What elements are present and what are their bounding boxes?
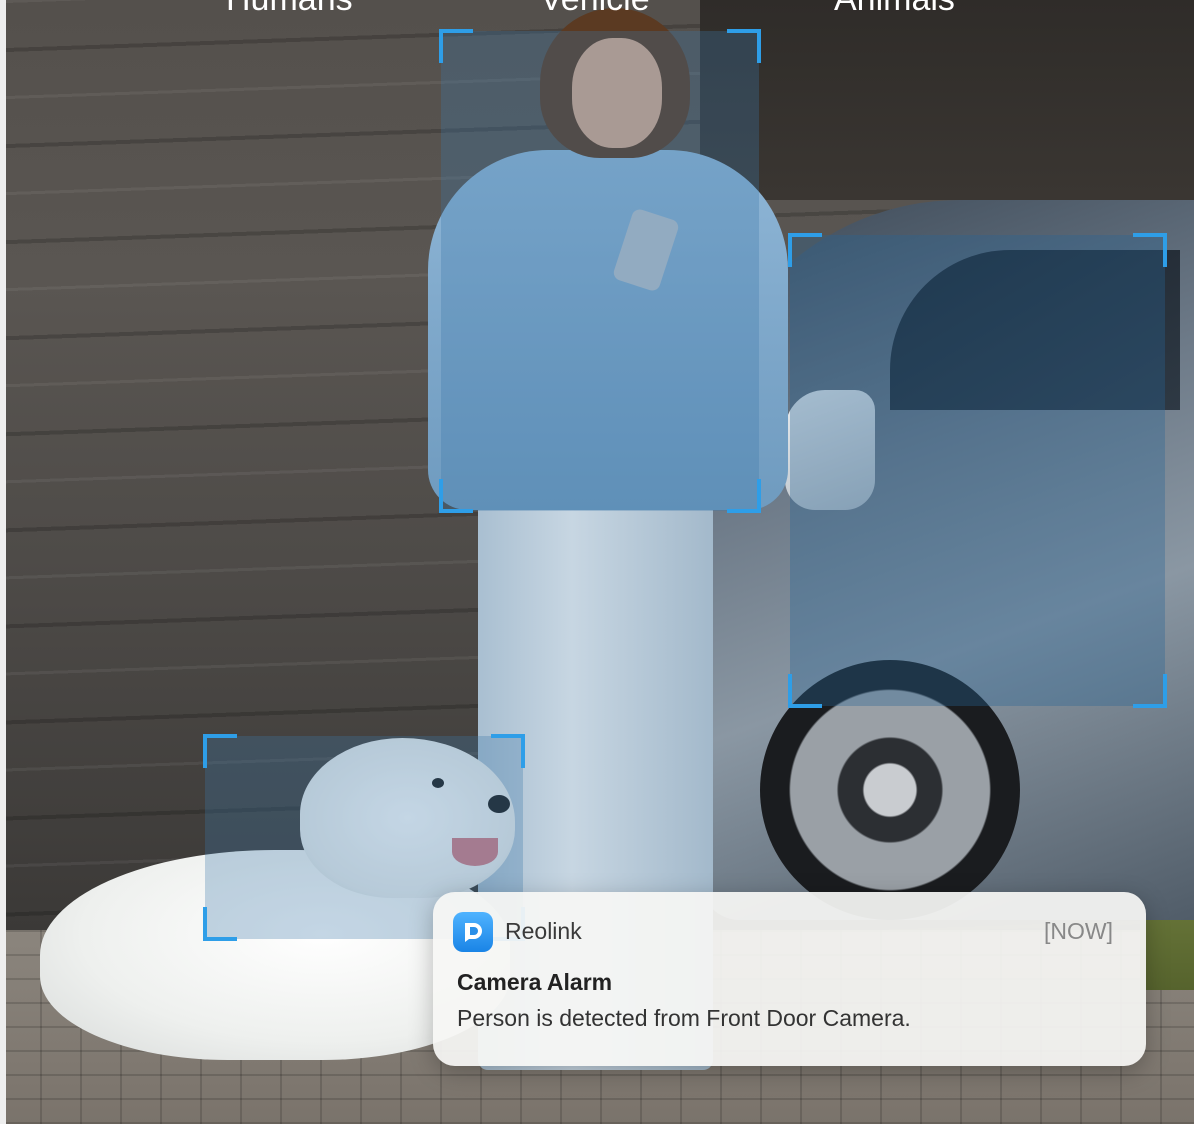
box-corner (491, 734, 525, 768)
notification-app-name: Reolink (505, 918, 582, 944)
alarm-notification[interactable]: Reolink [NOW] Camera Alarm Person is det… (433, 892, 1146, 1066)
reolink-app-icon (453, 912, 493, 952)
person-detection-box (439, 29, 761, 513)
notification-time: [NOW] (1044, 918, 1113, 944)
left-edge (0, 0, 6, 1124)
garage-roof (700, 0, 1194, 200)
header-label-vehicle: Vehicle (540, 0, 650, 19)
notification-body: Person is detected from Front Door Camer… (457, 1005, 911, 1031)
box-corner (788, 233, 822, 267)
reolink-logo-icon (465, 923, 482, 942)
notification-title: Camera Alarm (457, 969, 613, 995)
header-label-animals: Animals (834, 0, 955, 19)
box-corner (203, 907, 237, 941)
box-corner (1133, 233, 1167, 267)
vehicle-detection-box (788, 233, 1167, 708)
box-corner (439, 479, 473, 513)
box-corner (203, 734, 237, 768)
box-corner (788, 674, 822, 708)
box-corner (1133, 674, 1167, 708)
header-label-humans: Humans (226, 0, 353, 19)
box-corner (727, 479, 761, 513)
box-corner (439, 29, 473, 63)
box-corner (727, 29, 761, 63)
